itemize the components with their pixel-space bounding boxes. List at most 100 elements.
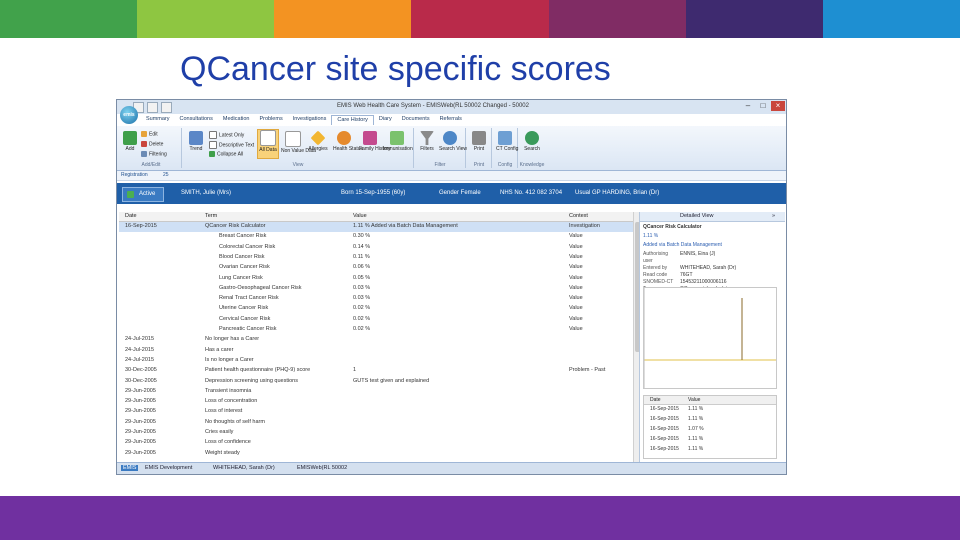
table-row[interactable]: 29-Jun-2005 No thoughts of self harm [119, 418, 633, 428]
search-view-button[interactable]: Search View [439, 131, 467, 152]
header-date[interactable]: Date [125, 213, 137, 219]
emis-orb-button[interactable]: emis [120, 106, 138, 124]
trend-header-date[interactable]: Date [650, 397, 661, 403]
collapse-all-button[interactable]: Collapse All [209, 151, 243, 157]
delete-button[interactable]: Delete [141, 141, 163, 147]
header-term[interactable]: Term [205, 213, 217, 219]
cell-term: Gastro-Oesophageal Cancer Risk [219, 284, 302, 291]
table-row[interactable]: Breast Cancer Risk 0.30 % Value [119, 232, 633, 242]
status-user: WHITEHEAD, Sarah (Dr) [213, 465, 275, 471]
tab-problems[interactable]: Problems [254, 115, 287, 125]
tab-documents[interactable]: Documents [397, 115, 435, 125]
allergies-button[interactable]: Allergies [307, 130, 329, 152]
table-row[interactable]: Blood Cancer Risk 0.11 % Value [119, 253, 633, 263]
trend-cell-date: 16-Sep-2015 [650, 406, 679, 412]
table-row[interactable]: Uterine Cancer Risk 0.02 % Value [119, 304, 633, 314]
table-row[interactable]: Colorectal Cancer Risk 0.14 % Value [119, 243, 633, 253]
trend-table-row[interactable]: 16-Sep-2015 1.11 % [644, 435, 776, 444]
filtering-button[interactable]: Filtering [141, 151, 167, 157]
table-row[interactable]: 29-Jun-2005 Cries easily [119, 428, 633, 438]
cell-value: 0.03 % [353, 284, 371, 291]
table-row[interactable]: 29-Jun-2005 Loss of interest [119, 407, 633, 417]
tab-investigations[interactable]: Investigations [288, 115, 332, 125]
latest-only-checkbox[interactable]: Latest Only [209, 131, 244, 139]
health-status-button[interactable]: Health Status [333, 131, 363, 152]
active-patient-tab[interactable]: Active [122, 187, 164, 202]
cell-context: Value [569, 274, 583, 281]
color-stripe [411, 0, 549, 38]
close-icon[interactable]: × [771, 101, 785, 111]
group-label: View [292, 162, 304, 168]
cell-context: Problem - Past [569, 367, 606, 374]
table-row[interactable]: Ovarian Cancer Risk 0.06 % Value [119, 263, 633, 273]
print-button[interactable]: Print [470, 131, 488, 152]
add-button[interactable]: Add [123, 131, 137, 152]
all-data-icon [260, 130, 276, 146]
color-stripe [274, 0, 412, 38]
cell-term: QCancer Risk Calculator [205, 223, 266, 229]
trend-table-row[interactable]: 16-Sep-2015 1.11 % [644, 415, 776, 424]
trend-button[interactable]: Trend [187, 131, 205, 152]
back-icon[interactable] [161, 102, 172, 113]
table-row[interactable]: Renal Tract Cancer Risk 0.03 % Value [119, 294, 633, 304]
table-row[interactable]: 29-Jun-2005 Loss of concentration [119, 397, 633, 407]
family-history-button[interactable]: Family History [359, 131, 391, 152]
patient-usual-gp: Usual GP HARDING, Brian (Dr) [575, 190, 660, 196]
header-value[interactable]: Value [353, 213, 367, 219]
detail-field-value: 76GT [680, 272, 693, 278]
minimize-icon[interactable]: – [741, 101, 755, 111]
cell-value: 0.02 % [353, 305, 371, 312]
tab-diary[interactable]: Diary [374, 115, 397, 125]
window-titlebar: EMIS Web Health Care System - EMISWeb(RL… [117, 100, 786, 114]
table-row[interactable]: Lung Cancer Risk 0.05 % Value [119, 274, 633, 284]
table-row[interactable]: 16-Sep-2015 QCancer Risk Calculator 1.11 %… [119, 222, 633, 233]
immunisation-button[interactable]: Immunisation [383, 131, 413, 152]
trend-table-row[interactable]: 16-Sep-2015 1.11 % [644, 405, 776, 414]
tab-consultations[interactable]: Consultations [175, 115, 218, 125]
syringe-icon [390, 131, 404, 145]
table-row[interactable]: 29-Jun-2005 Transient insomnia [119, 387, 633, 397]
color-stripe [548, 0, 686, 38]
tab-medication[interactable]: Medication [218, 115, 255, 125]
cell-term: Has a carer [205, 346, 234, 353]
non-value-data-button[interactable]: Non Value Data [281, 131, 316, 154]
ct-config-button[interactable]: CT Config [496, 131, 518, 152]
table-row[interactable]: 30-Dec-2005 Patient health questionnaire … [119, 366, 633, 376]
search-knowledge-button[interactable]: Search [523, 131, 541, 152]
trend-header-value[interactable]: Value [688, 397, 700, 403]
status-app: EMIS Development [145, 465, 193, 471]
header-context[interactable]: Context [569, 213, 588, 219]
table-row[interactable]: 29-Jun-2005 Loss of confidence [119, 438, 633, 448]
filters-button[interactable]: Filters [418, 131, 436, 152]
table-row[interactable]: 24-Jul-2015 Has a carer [119, 346, 633, 356]
table-row[interactable]: 24-Jul-2015 Is no longer a Carer [119, 356, 633, 366]
maximize-icon[interactable]: □ [756, 101, 770, 111]
table-row[interactable]: Cervical Cancer Risk 0.02 % Value [119, 315, 633, 325]
health-status-icon [337, 131, 351, 145]
trend-chart [643, 287, 777, 389]
table-row[interactable]: Pancreatic Cancer Risk 0.02 % Value [119, 325, 633, 335]
trend-cell-date: 16-Sep-2015 [650, 446, 679, 452]
table-row[interactable]: 29-Jun-2005 Weight steady [119, 449, 633, 459]
descriptive-text-checkbox[interactable]: Descriptive Text [209, 141, 254, 149]
home-icon[interactable] [147, 102, 158, 113]
tab-referrals[interactable]: Referrals [435, 115, 467, 125]
footer-bar [0, 496, 960, 540]
table-row[interactable]: 30-Dec-2005 Depression screening using qu… [119, 377, 633, 387]
trend-table-row[interactable]: 16-Sep-2015 1.11 % [644, 445, 776, 454]
table-row[interactable]: Gastro-Oesophageal Cancer Risk 0.03 % Valu… [119, 284, 633, 294]
breadcrumb-link[interactable]: Registration [121, 172, 148, 178]
patient-born: Born 15-Sep-1955 (60y) [341, 190, 406, 196]
tab-summary[interactable]: Summary [141, 115, 175, 125]
close-pane-icon[interactable]: » [772, 213, 775, 219]
trend-cell-value: 1.07 % [688, 426, 704, 432]
trend-table-row[interactable]: 16-Sep-2015 1.07 % [644, 425, 776, 434]
tab-care-history[interactable]: Care History [331, 115, 374, 125]
trend-table-header: Date Value [644, 396, 776, 405]
breadcrumb: Registration 25 [117, 171, 786, 181]
table-row[interactable]: 24-Jul-2015 No longer has a Carer [119, 335, 633, 345]
cell-context: Investigation [569, 223, 600, 229]
edit-button[interactable]: Edit [141, 131, 158, 137]
cell-date: 29-Jun-2005 [125, 398, 156, 405]
all-data-button[interactable]: All Data [257, 129, 279, 159]
